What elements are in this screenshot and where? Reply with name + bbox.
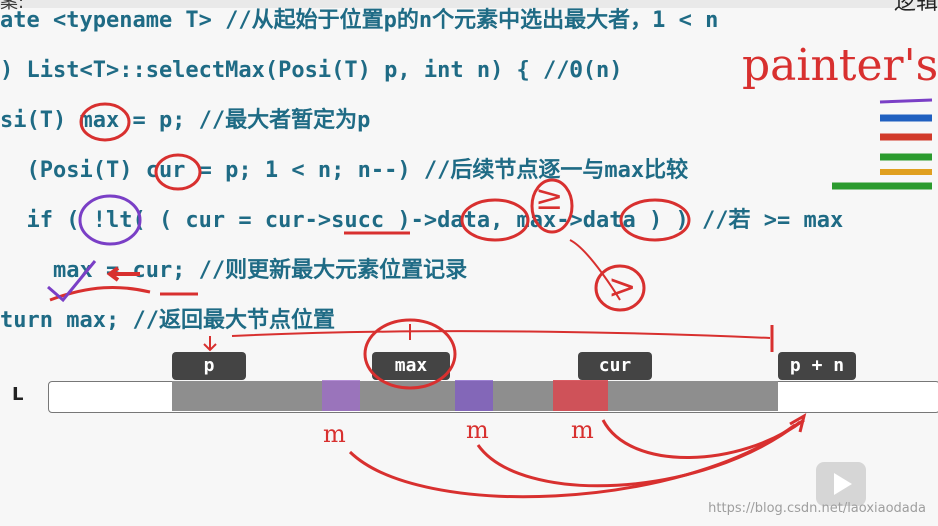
slide-canvas: 案: 逻辑 ate <typename T> //从起始于位置p的n个元素中选出… bbox=[0, 0, 938, 526]
painter-label: painter's bbox=[742, 40, 938, 91]
mark-m-3: m bbox=[571, 416, 594, 444]
play-icon[interactable] bbox=[816, 462, 866, 506]
mark-m-1: m bbox=[323, 420, 346, 448]
mark-m-2: m bbox=[466, 416, 489, 444]
gt-annotation: > bbox=[608, 267, 637, 307]
ge-annotation: ≥ bbox=[535, 178, 564, 218]
watermark-url: https://blog.csdn.net/laoxiaodada bbox=[708, 501, 926, 516]
